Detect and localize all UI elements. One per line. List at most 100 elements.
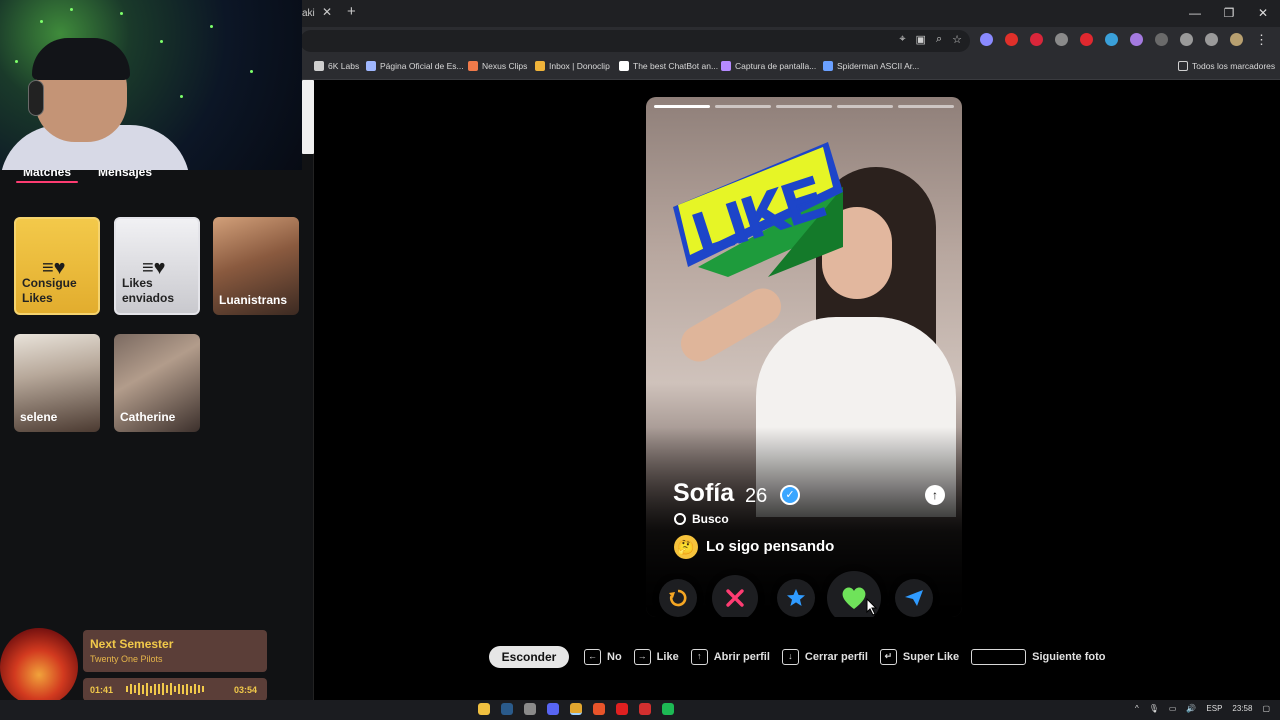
scrollbar[interactable]: [302, 80, 314, 154]
all-bookmarks-folder[interactable]: Todos los marcadores: [1178, 61, 1275, 71]
extension-icon[interactable]: [980, 33, 993, 46]
close-tab-icon[interactable]: ✕: [322, 5, 332, 19]
relationship-intent: Lo sigo pensando: [706, 538, 835, 555]
language-indicator[interactable]: ESP: [1206, 704, 1222, 713]
youtube-icon[interactable]: [616, 703, 628, 715]
sent-likes-card[interactable]: ≡♥ Likes enviados: [114, 217, 200, 315]
adblock-icon[interactable]: [1030, 33, 1043, 46]
discord-icon[interactable]: [547, 703, 559, 715]
nope-button[interactable]: [712, 575, 758, 617]
location-icon[interactable]: ⌖: [899, 33, 905, 46]
waveform-bar: [138, 683, 140, 695]
star-icon: [787, 589, 805, 606]
song-artist: Twenty One Pilots: [90, 654, 163, 664]
extension-icon[interactable]: [1080, 33, 1093, 46]
bookmark-item[interactable]: Captura de pantalla...: [721, 61, 816, 71]
volume-icon[interactable]: 🔊: [1186, 704, 1196, 713]
chevron-up-icon[interactable]: ^: [1135, 704, 1139, 713]
close-window-icon[interactable]: ✕: [1246, 0, 1280, 27]
shortcut-like: → Like: [633, 649, 679, 665]
photo-segment[interactable]: [776, 105, 832, 108]
open-profile-arrow-icon[interactable]: ↑: [925, 485, 945, 505]
chrome-icon[interactable]: [570, 703, 582, 715]
new-tab-button[interactable]: +: [347, 3, 356, 20]
get-likes-card[interactable]: ≡♥ Consigue Likes: [14, 217, 100, 315]
extension-icon[interactable]: [1005, 33, 1018, 46]
now-playing-card: Next Semester Twenty One Pilots: [83, 630, 267, 672]
keyboard-shortcuts: Esconder ← No → Like ↑ Abrir perfil ↓ Cerrar…: [489, 645, 1117, 669]
active-tab-indicator: [16, 181, 78, 183]
pen-icon[interactable]: [1130, 33, 1143, 46]
minimize-icon[interactable]: —: [1178, 0, 1212, 27]
spotify-icon[interactable]: [662, 703, 674, 715]
waveform-bar: [158, 684, 160, 694]
match-name: Catherine: [120, 410, 176, 425]
file-explorer-icon[interactable]: [478, 703, 490, 715]
waveform-bar: [126, 686, 128, 692]
omnibox-icons: ⌖ ▣ ⌕ ☆: [899, 33, 962, 46]
waveform-bar: [170, 683, 172, 695]
waveform-bar: [142, 684, 144, 694]
bookmark-star-icon[interactable]: ☆: [952, 33, 962, 46]
brave-icon[interactable]: [593, 703, 605, 715]
waveform-bar: [174, 686, 176, 692]
profile-avatar-icon[interactable]: [1230, 33, 1243, 46]
extension-icon[interactable]: [1155, 33, 1168, 46]
zoom-icon[interactable]: ⌕: [936, 33, 942, 46]
app-icon[interactable]: [524, 703, 536, 715]
waveform-bar: [198, 685, 200, 693]
bookmark-item[interactable]: Página Oficial de Es...: [366, 61, 464, 71]
match-card[interactable]: Catherine: [114, 334, 200, 432]
waveform-bar: [182, 684, 184, 694]
clock[interactable]: 23:58: [1232, 704, 1252, 713]
restore-icon[interactable]: ❐: [1212, 0, 1246, 27]
waveform-bar: [202, 686, 204, 692]
steam-icon[interactable]: [501, 703, 513, 715]
app-icon[interactable]: [639, 703, 651, 715]
action-buttons: [646, 571, 962, 617]
photo-segment[interactable]: [898, 105, 954, 108]
elapsed-time: 01:41: [90, 685, 114, 695]
network-icon[interactable]: ▭: [1169, 704, 1177, 713]
bookmark-item[interactable]: Nexus Clips: [468, 61, 527, 71]
bookmark-item[interactable]: The best ChatBot an...: [619, 61, 718, 71]
photo-segment[interactable]: [715, 105, 771, 108]
webcam-overlay: [0, 0, 302, 170]
notifications-icon[interactable]: ▢: [1262, 704, 1270, 713]
song-title: Next Semester: [90, 637, 174, 651]
photo-segment[interactable]: [837, 105, 893, 108]
translate-icon[interactable]: [1105, 33, 1118, 46]
verified-badge-icon: ✓: [780, 485, 800, 505]
waveform-bar: [130, 684, 132, 694]
rewind-button[interactable]: [659, 579, 697, 617]
match-card[interactable]: selene: [14, 334, 100, 432]
card-label: Likes enviados: [122, 275, 175, 306]
heart-icon: [842, 587, 866, 609]
looking-for-label: Busco: [692, 512, 729, 526]
address-input[interactable]: ⌖ ▣ ⌕ ☆: [300, 30, 970, 52]
extension-icon[interactable]: [1055, 33, 1068, 46]
profile-card[interactable]: LIKE Sofía 26 ✓ ↑ Busco 🤔 Lo sigo pensan…: [646, 97, 962, 617]
match-card[interactable]: Luanistrans: [213, 217, 299, 315]
microphone-icon[interactable]: 🎙: [1149, 704, 1159, 713]
mouse-cursor-icon: [866, 598, 878, 616]
puzzle-icon[interactable]: [1180, 33, 1193, 46]
waveform-bar: [194, 684, 196, 694]
hide-button[interactable]: Esconder: [489, 646, 569, 668]
tab-title[interactable]: aki: [302, 8, 315, 19]
bookmark-item[interactable]: Spiderman ASCII Ar...: [823, 61, 919, 71]
bookmark-item[interactable]: Inbox | Donoclip: [535, 61, 610, 71]
menu-icon[interactable]: ⋮: [1255, 32, 1268, 48]
thinking-emoji-icon: 🤔: [674, 535, 698, 559]
total-time: 03:54: [234, 685, 258, 695]
rewind-icon: [669, 589, 687, 607]
boost-button[interactable]: [895, 579, 933, 617]
super-like-button[interactable]: [777, 579, 815, 617]
cast-icon[interactable]: ▣: [916, 33, 926, 46]
bookmark-item[interactable]: 6K Labs: [314, 61, 359, 71]
waveform-bar: [134, 685, 136, 693]
reading-list-icon[interactable]: [1205, 33, 1218, 46]
audio-waveform: [126, 682, 204, 696]
photo-segment[interactable]: [654, 105, 710, 108]
waveform-bar: [162, 683, 164, 695]
